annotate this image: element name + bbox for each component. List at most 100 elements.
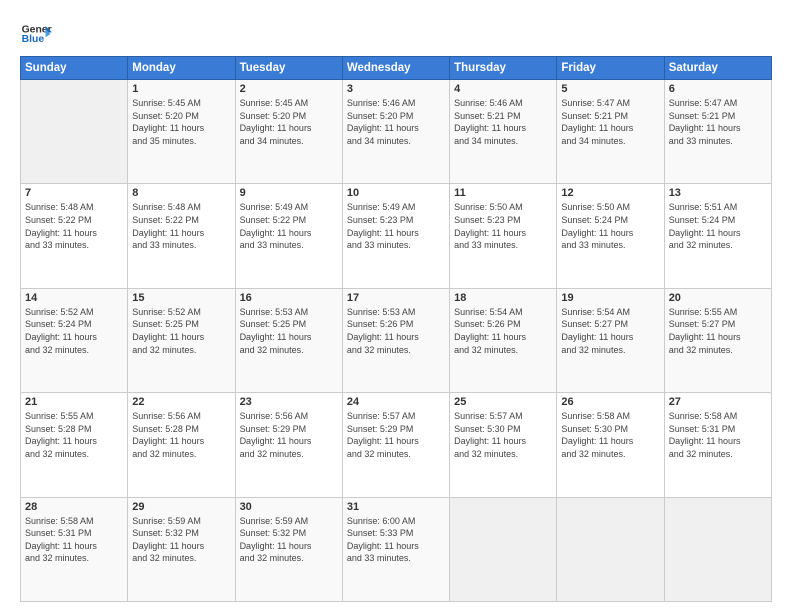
day-number: 2 <box>240 83 338 95</box>
calendar-cell: 7 Sunrise: 5:48 AM Sunset: 5:22 PM Daylig… <box>21 184 128 288</box>
calendar-cell: 15 Sunrise: 5:52 AM Sunset: 5:25 PM Dayli… <box>128 288 235 392</box>
day-info: Sunrise: 5:55 AM Sunset: 5:28 PM Dayligh… <box>25 410 123 460</box>
day-info: Sunrise: 5:55 AM Sunset: 5:27 PM Dayligh… <box>669 306 767 356</box>
day-info: Sunrise: 5:47 AM Sunset: 5:21 PM Dayligh… <box>669 97 767 147</box>
day-info: Sunrise: 5:59 AM Sunset: 5:32 PM Dayligh… <box>240 515 338 565</box>
header: General Blue <box>20 18 772 50</box>
calendar-cell: 17 Sunrise: 5:53 AM Sunset: 5:26 PM Dayli… <box>342 288 449 392</box>
week-row-3: 14Sunrise: 5:52 AM Sunset: 5:24 PM Dayli… <box>21 288 772 392</box>
day-info: Sunrise: 5:57 AM Sunset: 5:29 PM Dayligh… <box>347 410 445 460</box>
day-number: 31 <box>347 501 445 513</box>
calendar-cell: 11 Sunrise: 5:50 AM Sunset: 5:23 PM Dayli… <box>450 184 557 288</box>
weekday-friday: Friday <box>557 57 664 80</box>
logo: General Blue <box>20 18 52 50</box>
day-number: 13 <box>669 187 767 199</box>
calendar-cell: 6 Sunrise: 5:47 AM Sunset: 5:21 PM Daylig… <box>664 80 771 184</box>
calendar-cell: 24 Sunrise: 5:57 AM Sunset: 5:29 PM Dayli… <box>342 393 449 497</box>
calendar-cell: 28 Sunrise: 5:58 AM Sunset: 5:31 PM Dayli… <box>21 497 128 601</box>
day-info: Sunrise: 5:58 AM Sunset: 5:31 PM Dayligh… <box>25 515 123 565</box>
day-number: 24 <box>347 396 445 408</box>
day-number: 7 <box>25 187 123 199</box>
day-number: 6 <box>669 83 767 95</box>
day-info: Sunrise: 5:53 AM Sunset: 5:26 PM Dayligh… <box>347 306 445 356</box>
day-info: Sunrise: 5:46 AM Sunset: 5:20 PM Dayligh… <box>347 97 445 147</box>
calendar-cell: 25 Sunrise: 5:57 AM Sunset: 5:30 PM Dayli… <box>450 393 557 497</box>
calendar-cell: 20 Sunrise: 5:55 AM Sunset: 5:27 PM Dayli… <box>664 288 771 392</box>
calendar-cell <box>557 497 664 601</box>
logo-icon: General Blue <box>20 18 52 50</box>
day-info: Sunrise: 5:48 AM Sunset: 5:22 PM Dayligh… <box>25 201 123 251</box>
day-info: Sunrise: 5:50 AM Sunset: 5:23 PM Dayligh… <box>454 201 552 251</box>
day-info: Sunrise: 5:50 AM Sunset: 5:24 PM Dayligh… <box>561 201 659 251</box>
calendar-cell: 30Sunrise: 5:59 AM Sunset: 5:32 PM Dayli… <box>235 497 342 601</box>
day-number: 25 <box>454 396 552 408</box>
calendar-cell: 23Sunrise: 5:56 AM Sunset: 5:29 PM Dayli… <box>235 393 342 497</box>
weekday-thursday: Thursday <box>450 57 557 80</box>
week-row-4: 21 Sunrise: 5:55 AM Sunset: 5:28 PM Dayli… <box>21 393 772 497</box>
day-number: 20 <box>669 292 767 304</box>
day-number: 22 <box>132 396 230 408</box>
day-number: 21 <box>25 396 123 408</box>
day-info: Sunrise: 5:45 AM Sunset: 5:20 PM Dayligh… <box>240 97 338 147</box>
calendar-table: SundayMondayTuesdayWednesdayThursdayFrid… <box>20 56 772 602</box>
calendar-cell: 29 Sunrise: 5:59 AM Sunset: 5:32 PM Dayli… <box>128 497 235 601</box>
calendar-cell: 21 Sunrise: 5:55 AM Sunset: 5:28 PM Dayli… <box>21 393 128 497</box>
day-number: 1 <box>132 83 230 95</box>
calendar-cell: 31 Sunrise: 6:00 AM Sunset: 5:33 PM Dayli… <box>342 497 449 601</box>
day-info: Sunrise: 5:58 AM Sunset: 5:30 PM Dayligh… <box>561 410 659 460</box>
day-number: 14 <box>25 292 123 304</box>
calendar-cell: 4 Sunrise: 5:46 AM Sunset: 5:21 PM Daylig… <box>450 80 557 184</box>
day-info: Sunrise: 5:56 AM Sunset: 5:29 PM Dayligh… <box>240 410 338 460</box>
calendar-cell: 2 Sunrise: 5:45 AM Sunset: 5:20 PM Daylig… <box>235 80 342 184</box>
calendar-cell: 13 Sunrise: 5:51 AM Sunset: 5:24 PM Dayli… <box>664 184 771 288</box>
day-info: Sunrise: 5:56 AM Sunset: 5:28 PM Dayligh… <box>132 410 230 460</box>
day-info: Sunrise: 5:59 AM Sunset: 5:32 PM Dayligh… <box>132 515 230 565</box>
day-number: 5 <box>561 83 659 95</box>
page: General Blue SundayMondayTuesdayWednesda… <box>0 0 792 612</box>
weekday-tuesday: Tuesday <box>235 57 342 80</box>
calendar-cell: 9Sunrise: 5:49 AM Sunset: 5:22 PM Daylig… <box>235 184 342 288</box>
day-number: 16 <box>240 292 338 304</box>
day-number: 18 <box>454 292 552 304</box>
day-number: 9 <box>240 187 338 199</box>
day-number: 11 <box>454 187 552 199</box>
calendar-cell: 10 Sunrise: 5:49 AM Sunset: 5:23 PM Dayli… <box>342 184 449 288</box>
day-number: 17 <box>347 292 445 304</box>
day-number: 10 <box>347 187 445 199</box>
day-number: 29 <box>132 501 230 513</box>
day-info: Sunrise: 5:53 AM Sunset: 5:25 PM Dayligh… <box>240 306 338 356</box>
day-number: 4 <box>454 83 552 95</box>
day-info: Sunrise: 5:57 AM Sunset: 5:30 PM Dayligh… <box>454 410 552 460</box>
weekday-wednesday: Wednesday <box>342 57 449 80</box>
day-number: 26 <box>561 396 659 408</box>
calendar-cell: 5Sunrise: 5:47 AM Sunset: 5:21 PM Daylig… <box>557 80 664 184</box>
calendar-cell: 22 Sunrise: 5:56 AM Sunset: 5:28 PM Dayli… <box>128 393 235 497</box>
calendar-cell: 12 Sunrise: 5:50 AM Sunset: 5:24 PM Dayli… <box>557 184 664 288</box>
day-number: 8 <box>132 187 230 199</box>
calendar-cell: 3 Sunrise: 5:46 AM Sunset: 5:20 PM Daylig… <box>342 80 449 184</box>
weekday-monday: Monday <box>128 57 235 80</box>
day-info: Sunrise: 5:45 AM Sunset: 5:20 PM Dayligh… <box>132 97 230 147</box>
week-row-1: 1 Sunrise: 5:45 AM Sunset: 5:20 PM Daylig… <box>21 80 772 184</box>
weekday-sunday: Sunday <box>21 57 128 80</box>
day-info: Sunrise: 5:49 AM Sunset: 5:23 PM Dayligh… <box>347 201 445 251</box>
week-row-5: 28 Sunrise: 5:58 AM Sunset: 5:31 PM Dayli… <box>21 497 772 601</box>
weekday-saturday: Saturday <box>664 57 771 80</box>
day-number: 15 <box>132 292 230 304</box>
calendar-cell: 26 Sunrise: 5:58 AM Sunset: 5:30 PM Dayli… <box>557 393 664 497</box>
calendar-cell: 14Sunrise: 5:52 AM Sunset: 5:24 PM Dayli… <box>21 288 128 392</box>
day-info: Sunrise: 5:58 AM Sunset: 5:31 PM Dayligh… <box>669 410 767 460</box>
calendar-cell <box>450 497 557 601</box>
weekday-header-row: SundayMondayTuesdayWednesdayThursdayFrid… <box>21 57 772 80</box>
day-number: 3 <box>347 83 445 95</box>
day-number: 28 <box>25 501 123 513</box>
day-info: Sunrise: 5:51 AM Sunset: 5:24 PM Dayligh… <box>669 201 767 251</box>
day-info: Sunrise: 5:54 AM Sunset: 5:26 PM Dayligh… <box>454 306 552 356</box>
day-info: Sunrise: 5:52 AM Sunset: 5:25 PM Dayligh… <box>132 306 230 356</box>
day-info: Sunrise: 6:00 AM Sunset: 5:33 PM Dayligh… <box>347 515 445 565</box>
week-row-2: 7 Sunrise: 5:48 AM Sunset: 5:22 PM Daylig… <box>21 184 772 288</box>
calendar-cell: 1 Sunrise: 5:45 AM Sunset: 5:20 PM Daylig… <box>128 80 235 184</box>
day-number: 12 <box>561 187 659 199</box>
day-info: Sunrise: 5:46 AM Sunset: 5:21 PM Dayligh… <box>454 97 552 147</box>
svg-text:Blue: Blue <box>22 34 45 45</box>
